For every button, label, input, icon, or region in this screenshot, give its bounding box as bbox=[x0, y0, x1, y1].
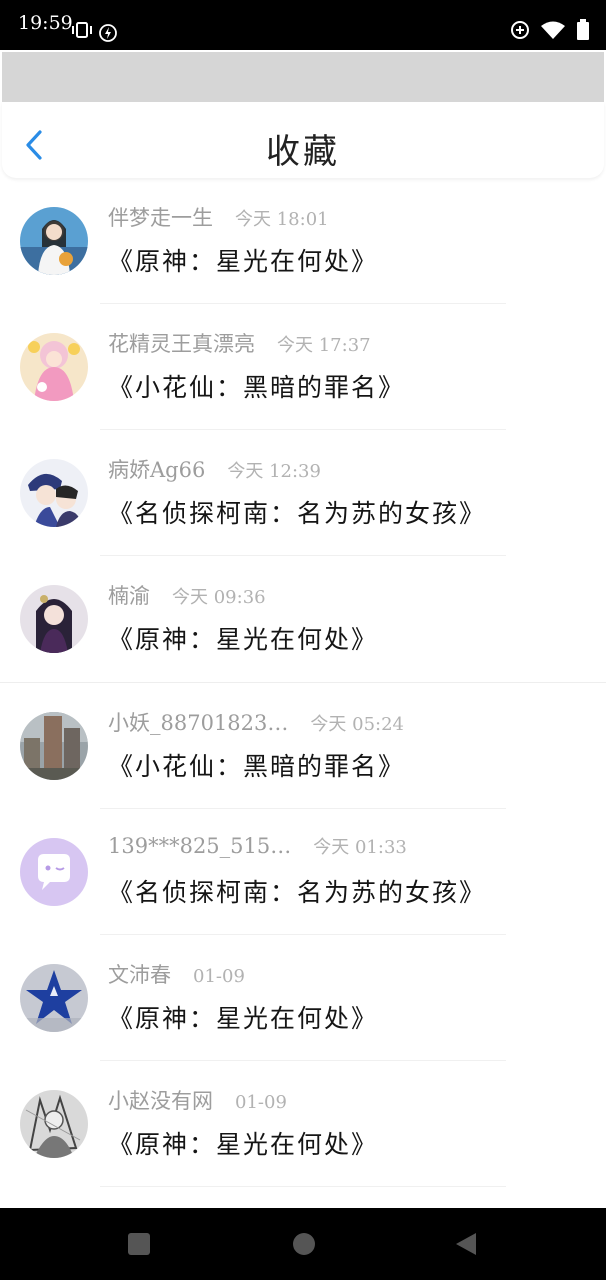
favorite-username: 伴梦走一生 bbox=[108, 206, 213, 230]
favorite-work-title[interactable]: 《原神：星光在何处》 bbox=[108, 620, 378, 656]
wifi-icon bbox=[541, 21, 565, 39]
favorites-list: 伴梦走一生 今天 18:01 《原神：星光在何处》 花精灵王真漂亮 今天 17:… bbox=[0, 178, 606, 1187]
avatar-anime-girl-icon[interactable] bbox=[20, 585, 88, 653]
favorite-work-title[interactable]: 《小花仙：黑暗的罪名》 bbox=[108, 368, 405, 404]
avatar-city-building-icon[interactable] bbox=[20, 712, 88, 780]
favorite-work-title[interactable]: 《原神：星光在何处》 bbox=[108, 999, 378, 1035]
page-header: 收藏 bbox=[2, 102, 604, 178]
back-triangle-icon[interactable] bbox=[454, 1232, 478, 1256]
favorite-item[interactable]: 花精灵王真漂亮 今天 17:37 《小花仙：黑暗的罪名》 bbox=[0, 304, 606, 430]
status-time: 19:59 bbox=[18, 12, 73, 34]
status-bar: 19:59 bbox=[0, 0, 606, 50]
data-saver-icon bbox=[511, 21, 529, 39]
avatar-blue-star-icon[interactable] bbox=[20, 964, 88, 1032]
row-divider bbox=[100, 1186, 506, 1187]
favorite-username: 楠渝 bbox=[108, 584, 150, 608]
avatar-girl-photo-icon[interactable] bbox=[20, 207, 88, 275]
favorite-work-title[interactable]: 《名侦探柯南：名为苏的女孩》 bbox=[108, 494, 486, 530]
recents-square-icon[interactable] bbox=[127, 1232, 151, 1256]
avatar-chat-bubble-icon[interactable] bbox=[20, 838, 88, 906]
favorite-item[interactable]: 小赵没有网 01-09 《原神：星光在何处》 bbox=[0, 1061, 606, 1187]
favorite-time: 01-09 bbox=[193, 966, 245, 987]
avatar-sketch-art-icon[interactable] bbox=[20, 1090, 88, 1158]
favorite-item[interactable]: 伴梦走一生 今天 18:01 《原神：星光在何处》 bbox=[0, 178, 606, 304]
favorite-username: 小妖_88701823… bbox=[108, 711, 289, 735]
vibrate-icon bbox=[72, 22, 92, 38]
favorite-time: 今天 09:36 bbox=[172, 587, 266, 608]
favorite-work-title[interactable]: 《名侦探柯南：名为苏的女孩》 bbox=[108, 873, 486, 909]
favorite-item[interactable]: 楠渝 今天 09:36 《原神：星光在何处》 bbox=[0, 556, 606, 683]
favorite-username: 病娇Ag66 bbox=[108, 458, 206, 482]
favorite-work-title[interactable]: 《原神：星光在何处》 bbox=[108, 1125, 378, 1161]
favorite-username: 花精灵王真漂亮 bbox=[108, 332, 255, 356]
page-title: 收藏 bbox=[266, 132, 340, 172]
system-nav-bar bbox=[0, 1208, 606, 1280]
avatar-detective-anime-icon[interactable] bbox=[20, 459, 88, 527]
favorite-item[interactable]: 文沛春 01-09 《原神：星光在何处》 bbox=[0, 935, 606, 1061]
favorite-time: 今天 17:37 bbox=[277, 335, 371, 356]
charging-icon bbox=[99, 24, 117, 42]
battery-icon bbox=[577, 19, 589, 40]
favorite-username: 139***825_515… bbox=[108, 834, 292, 858]
favorite-time: 01-09 bbox=[235, 1092, 287, 1113]
favorite-time: 今天 12:39 bbox=[227, 461, 321, 482]
avatar-flower-fairy-icon[interactable] bbox=[20, 333, 88, 401]
favorite-work-title[interactable]: 《小花仙：黑暗的罪名》 bbox=[108, 747, 405, 783]
favorite-username: 小赵没有网 bbox=[108, 1089, 213, 1113]
favorite-username: 文沛春 bbox=[108, 963, 171, 987]
favorite-item[interactable]: 小妖_88701823… 今天 05:24 《小花仙：黑暗的罪名》 bbox=[0, 683, 606, 809]
favorite-item[interactable]: 病娇Ag66 今天 12:39 《名侦探柯南：名为苏的女孩》 bbox=[0, 430, 606, 556]
favorite-time: 今天 18:01 bbox=[235, 209, 329, 230]
favorite-item[interactable]: 139***825_515… 今天 01:33 《名侦探柯南：名为苏的女孩》 bbox=[0, 809, 606, 935]
favorite-work-title[interactable]: 《原神：星光在何处》 bbox=[108, 242, 378, 278]
home-circle-icon[interactable] bbox=[292, 1232, 316, 1256]
favorite-time: 今天 05:24 bbox=[310, 714, 404, 735]
favorite-time: 今天 01:33 bbox=[313, 837, 407, 858]
header-banner-placeholder bbox=[2, 52, 604, 102]
